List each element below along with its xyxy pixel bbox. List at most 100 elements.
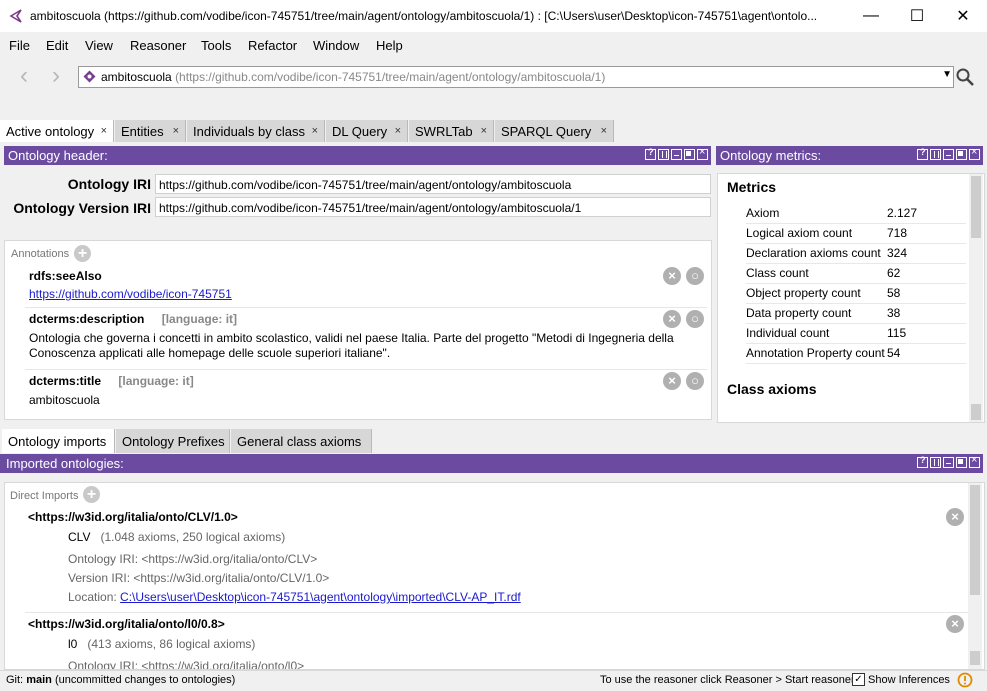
close-view-icon[interactable]: [969, 146, 980, 160]
tab-general-class-axioms[interactable]: General class axioms: [231, 429, 372, 453]
scrollbar-thumb[interactable]: [971, 404, 981, 420]
tab-ontology-prefixes[interactable]: Ontology Prefixes: [116, 429, 230, 453]
help-icon[interactable]: [645, 147, 656, 160]
class-axioms-heading: Class axioms: [727, 381, 817, 397]
close-view-icon[interactable]: [697, 146, 708, 160]
import-ontology-iri: Ontology IRI: <https://w3id.org/italia/o…: [68, 552, 318, 566]
menu-bar: File Edit View Reasoner Tools Refactor W…: [0, 32, 987, 58]
import-version-iri: Version IRI: <https://w3id.org/italia/on…: [68, 571, 330, 585]
tab-entities[interactable]: Entities ×: [115, 120, 186, 142]
annotation-language: [language: it]: [161, 312, 238, 326]
annotation-value: ambitoscuola: [29, 393, 100, 407]
back-arrow-icon[interactable]: ‹: [20, 62, 28, 90]
maximize-view-icon[interactable]: [956, 149, 967, 160]
close-tab-icon[interactable]: ×: [101, 125, 107, 137]
git-branch: main: [26, 674, 52, 686]
add-annotation-icon[interactable]: +: [74, 245, 91, 262]
tab-sparql-query[interactable]: SPARQL Query ×: [495, 120, 614, 142]
annotation-value-link[interactable]: https://github.com/vodibe/icon-745751: [29, 287, 232, 301]
imports-scrollbar[interactable]: [968, 483, 982, 669]
workspace-tabs: Active ontology × Entities × Individuals b…: [0, 118, 987, 142]
tab-individuals-by-class[interactable]: Individuals by class ×: [187, 120, 325, 142]
annotation-language: [language: it]: [118, 374, 194, 388]
annotation-property: dcterms:title: [29, 374, 102, 388]
dropdown-arrow-icon[interactable]: ▼: [942, 69, 952, 80]
ontology-icon: [83, 70, 96, 83]
split-view-icon[interactable]: [658, 149, 669, 160]
minimize-view-icon[interactable]: [671, 149, 682, 160]
protege-logo-icon: [9, 9, 22, 23]
maximize-button[interactable]: ☐: [894, 0, 940, 32]
help-icon[interactable]: [917, 147, 928, 160]
scrollbar-thumb[interactable]: [970, 651, 980, 665]
delete-annotation-icon[interactable]: ×: [663, 310, 681, 328]
show-inferences-checkbox[interactable]: ✓: [852, 673, 865, 686]
import-summary: l0 (413 axioms, 86 logical axioms): [68, 637, 256, 651]
forward-arrow-icon[interactable]: ›: [52, 62, 60, 90]
title-bar: ambitoscuola (https://github.com/vodibe/…: [0, 0, 987, 32]
minimize-button[interactable]: —: [848, 0, 894, 32]
close-tab-icon[interactable]: ×: [481, 125, 487, 137]
menu-edit[interactable]: Edit: [46, 38, 68, 53]
tab-dl-query[interactable]: DL Query ×: [326, 120, 408, 142]
close-tab-icon[interactable]: ×: [601, 125, 607, 137]
metrics-box: Metrics Axiom 2.127 Logical axiom count 71…: [717, 173, 985, 423]
ontology-header-panel-title: Ontology header:: [4, 146, 711, 165]
delete-annotation-icon[interactable]: ×: [663, 372, 681, 390]
ontology-iri-field[interactable]: https://github.com/vodibe/icon-745751/tr…: [155, 174, 711, 194]
address-ontology-name: ambitoscuola: [101, 70, 172, 84]
import-location-link[interactable]: C:\Users\user\Desktop\icon-745751\agent\…: [120, 590, 521, 604]
annotation-header: dcterms:title [language: it]: [29, 374, 194, 388]
menu-reasoner[interactable]: Reasoner: [130, 38, 186, 53]
annotations-label: Annotations: [11, 248, 70, 260]
remove-import-icon[interactable]: ×: [946, 615, 964, 633]
edit-annotation-icon[interactable]: ○: [686, 310, 704, 328]
import-location: Location: C:\Users\user\Desktop\icon-745…: [68, 590, 521, 604]
add-import-icon[interactable]: +: [83, 486, 100, 503]
close-window-button[interactable]: ✕: [940, 0, 986, 32]
maximize-view-icon[interactable]: [956, 457, 967, 468]
import-ontology-iri: Ontology IRI: <https://w3id.org/italia/o…: [68, 659, 305, 670]
close-tab-icon[interactable]: ×: [312, 125, 318, 137]
annotation-value: Ontologia che governa i concetti in ambi…: [29, 331, 674, 360]
ontology-version-iri-field[interactable]: https://github.com/vodibe/icon-745751/tr…: [155, 197, 711, 217]
metric-row: Object property count 58: [746, 283, 966, 304]
annotation-separator: [25, 369, 707, 370]
metrics-scrollbar[interactable]: [969, 174, 983, 422]
menu-view[interactable]: View: [85, 38, 113, 53]
menu-file[interactable]: File: [9, 38, 30, 53]
tab-ontology-imports[interactable]: Ontology imports: [2, 429, 115, 453]
ontology-version-iri-label: Ontology Version IRI: [13, 200, 151, 216]
minimize-view-icon[interactable]: [943, 457, 954, 468]
import-summary: CLV (1.048 axioms, 250 logical axioms): [68, 530, 286, 544]
menu-tools[interactable]: Tools: [201, 38, 231, 53]
scrollbar-thumb[interactable]: [971, 176, 981, 238]
tab-active-ontology[interactable]: Active ontology ×: [0, 120, 114, 142]
close-tab-icon[interactable]: ×: [173, 125, 179, 137]
split-view-icon[interactable]: [930, 149, 941, 160]
minimize-view-icon[interactable]: [943, 149, 954, 160]
edit-annotation-icon[interactable]: ○: [686, 267, 704, 285]
edit-annotation-icon[interactable]: ○: [686, 372, 704, 390]
address-ontology-url: (https://github.com/vodibe/icon-745751/t…: [175, 70, 606, 84]
menu-refactor[interactable]: Refactor: [248, 38, 297, 53]
ontology-address-field[interactable]: ambitoscuola (https://github.com/vodibe/…: [78, 66, 954, 88]
close-tab-icon[interactable]: ×: [395, 125, 401, 137]
metric-row: Individual count 115: [746, 323, 966, 344]
help-icon[interactable]: [917, 455, 928, 468]
remove-import-icon[interactable]: ×: [946, 508, 964, 526]
close-view-icon[interactable]: [969, 454, 980, 468]
menu-help[interactable]: Help: [376, 38, 403, 53]
menu-window[interactable]: Window: [313, 38, 359, 53]
scrollbar-thumb[interactable]: [970, 485, 980, 595]
annotation-separator: [25, 307, 707, 308]
split-view-icon[interactable]: [930, 457, 941, 468]
search-icon[interactable]: [955, 67, 975, 87]
tab-swrltab[interactable]: SWRLTab ×: [409, 120, 494, 142]
warning-icon[interactable]: [957, 672, 973, 688]
delete-annotation-icon[interactable]: ×: [663, 267, 681, 285]
direct-imports-label: Direct Imports: [10, 490, 79, 502]
metrics-heading: Metrics: [727, 179, 777, 195]
metric-row: Declaration axioms count 324: [746, 243, 966, 264]
maximize-view-icon[interactable]: [684, 149, 695, 160]
